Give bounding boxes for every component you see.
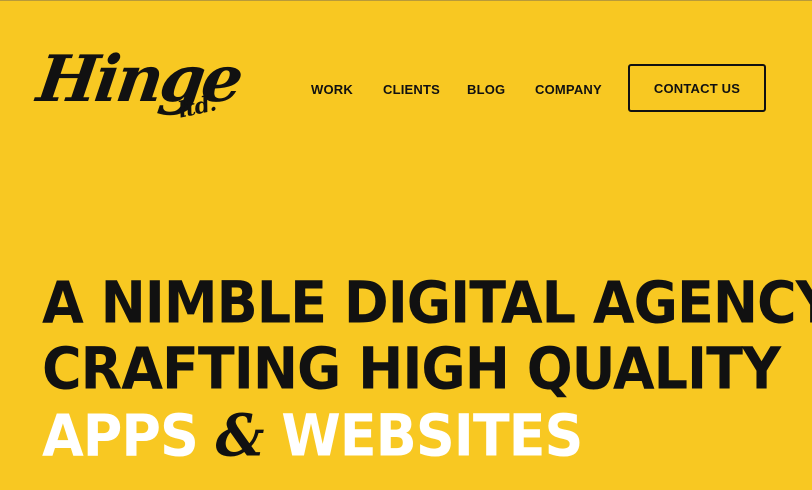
nav-link-company[interactable]: COMPANY bbox=[535, 80, 602, 100]
nav-link-clients[interactable]: CLIENTS bbox=[383, 80, 440, 100]
ampersand: & bbox=[215, 400, 265, 470]
hero-websites-text: WEBSITES bbox=[281, 401, 583, 470]
nav-link-work[interactable]: WORK bbox=[311, 80, 353, 100]
top-border bbox=[0, 0, 812, 1]
hero-apps-text: APPS bbox=[42, 401, 199, 470]
hero-line-3: APPS & WEBSITES bbox=[42, 399, 802, 471]
nav-link-blog[interactable]: BLOG bbox=[467, 80, 505, 100]
contact-us-button[interactable]: CONTACT US bbox=[628, 64, 766, 112]
hero-line-1: A NIMBLE DIGITAL AGENCY, bbox=[42, 268, 812, 337]
hero-line-2: CRAFTING HIGH QUALITY bbox=[42, 334, 781, 403]
hero-headline: A NIMBLE DIGITAL AGENCY, CRAFTING HIGH Q… bbox=[42, 268, 812, 471]
